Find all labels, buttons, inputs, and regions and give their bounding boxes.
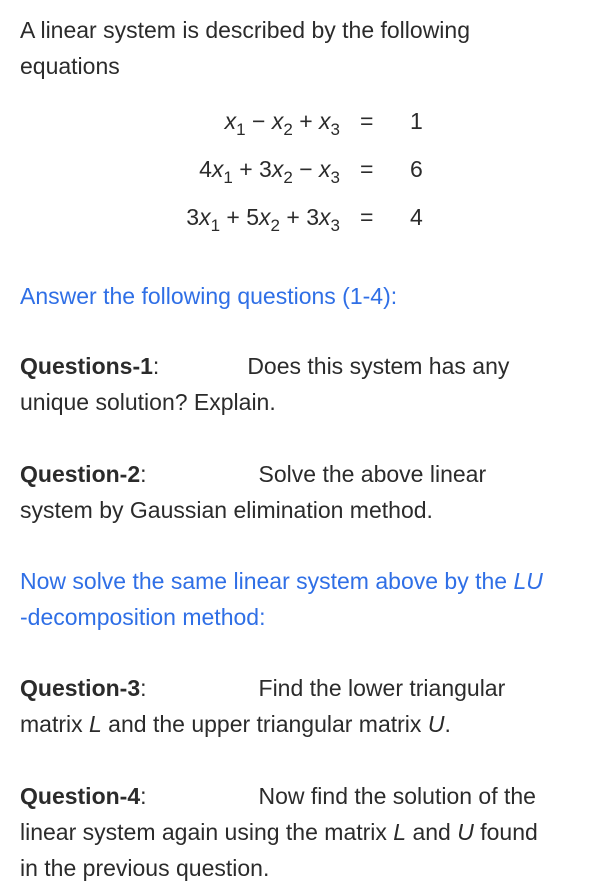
question-text-continued: in the previous question. <box>20 855 270 881</box>
variable: x <box>199 204 211 230</box>
math-U: U <box>457 819 474 845</box>
text: and the upper triangular matrix <box>101 711 428 737</box>
text: found <box>473 819 538 845</box>
text: . <box>444 711 451 737</box>
operator: + <box>292 108 320 134</box>
equation-lhs: 4x1 + 3x2 − x3 <box>199 156 340 188</box>
variable: x <box>224 108 237 134</box>
lu-heading-text-continued: -decomposition method: <box>20 604 266 630</box>
equation-row: 4x1 + 3x2 − x3 = 6 <box>0 156 592 204</box>
colon: : <box>140 461 147 487</box>
coefficient: 5 <box>246 204 260 230</box>
text: linear system again using the matrix <box>20 819 394 845</box>
question-label: Question-2 <box>20 461 141 487</box>
variable: x <box>211 156 224 182</box>
math-U: U <box>427 711 445 737</box>
coefficient: 4 <box>199 156 212 182</box>
variable: x <box>271 108 284 134</box>
question-2: Question-2: Solve the above linear system… <box>20 456 575 528</box>
variable: x <box>271 156 284 182</box>
equation-lhs: 3x1 + 5x2 + 3x3 <box>186 204 340 236</box>
math-L: L <box>393 819 407 845</box>
coefficient: 3 <box>186 204 200 230</box>
subscript: 3 <box>330 216 340 235</box>
question-text-continued: unique solution? Explain. <box>20 389 276 415</box>
question-1: Questions-1: Does this system has any uni… <box>20 348 575 420</box>
question-text: Does this system has any <box>247 353 510 379</box>
operator: + <box>232 156 260 182</box>
coefficient: 3 <box>306 204 320 230</box>
variable: x <box>319 156 331 182</box>
question-label: Question-4 <box>20 783 141 809</box>
text: matrix <box>20 711 89 737</box>
colon: : <box>140 783 147 809</box>
lu-heading-text: Now solve the same linear system above b… <box>20 568 514 594</box>
operator: + <box>220 204 247 230</box>
question-4: Question-4: Now find the solution of the … <box>20 778 575 886</box>
text: and <box>406 819 458 845</box>
equals-sign: = <box>360 204 374 230</box>
equals-sign: = <box>360 108 374 134</box>
question-text-continued: system by Gaussian elimination method. <box>20 497 433 523</box>
equation-row: 3x1 + 5x2 + 3x3 = 4 <box>0 204 592 252</box>
question-text: Now find the solution of the <box>258 783 536 809</box>
question-text: Find the lower triangular <box>258 675 506 701</box>
colon: : <box>140 675 147 701</box>
operator: + <box>280 204 307 230</box>
equation-rhs: 4 <box>410 204 423 230</box>
subscript: 2 <box>283 168 293 187</box>
subscript: 3 <box>330 168 340 187</box>
equals-sign: = <box>360 156 374 182</box>
operator: − <box>292 156 320 182</box>
lu-heading: Now solve the same linear system above b… <box>20 563 575 635</box>
subscript: 1 <box>223 168 233 187</box>
colon: : <box>152 353 160 379</box>
coefficient: 3 <box>259 156 272 182</box>
subscript: 2 <box>270 216 281 235</box>
answer-heading: Answer the following questions (1-4): <box>20 283 398 309</box>
question-text-continued: linear system again using the matrix L a… <box>20 814 575 850</box>
subscript: 2 <box>283 120 293 139</box>
variable: x <box>319 108 331 134</box>
subscript: 1 <box>236 120 246 139</box>
variable: x <box>319 204 331 230</box>
variable: x <box>259 204 271 230</box>
question-text-continued: matrix L and the upper triangular matrix… <box>20 706 575 742</box>
equation-lhs: x1 − x2 + x3 <box>225 108 340 140</box>
lu-math: LU <box>513 568 543 594</box>
question-3: Question-3: Find the lower triangular mat… <box>20 670 575 742</box>
subscript: 1 <box>210 216 221 235</box>
equation-rhs: 1 <box>410 108 423 134</box>
question-text: Solve the above linear <box>258 461 487 487</box>
math-L: L <box>89 711 102 737</box>
question-label: Question-3 <box>20 675 141 701</box>
equation-row: x1 − x2 + x3 = 1 <box>0 108 592 156</box>
intro-paragraph: A linear system is described by the foll… <box>20 17 470 79</box>
subscript: 3 <box>330 120 340 139</box>
equation-rhs: 6 <box>410 156 423 182</box>
question-label: Questions-1 <box>20 353 153 379</box>
operator: − <box>245 108 272 134</box>
